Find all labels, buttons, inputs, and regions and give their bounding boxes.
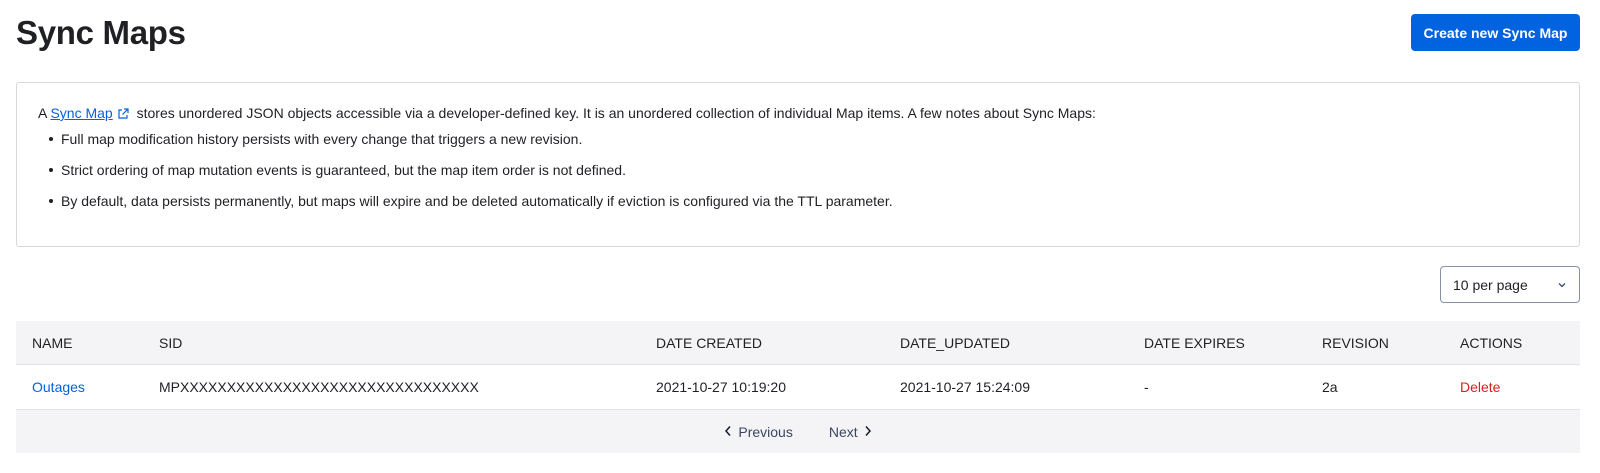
column-header-date-expires: DATE EXPIRES bbox=[1144, 334, 1245, 351]
map-date-expires: - bbox=[1144, 379, 1149, 395]
info-intro: A Sync Map stores unordered JSON objects… bbox=[38, 105, 1558, 123]
column-header-name: NAME bbox=[32, 334, 73, 351]
intro-suffix: stores unordered JSON objects accessible… bbox=[136, 105, 1096, 121]
sync-maps-table: NAME SID DATE CREATED DATE_UPDATED DATE … bbox=[16, 321, 1580, 453]
chevron-down-icon bbox=[1557, 277, 1567, 293]
delete-button[interactable]: Delete bbox=[1460, 379, 1500, 395]
page-title: Sync Maps bbox=[16, 14, 186, 51]
list-item: Full map modification history persists w… bbox=[38, 131, 1558, 147]
table-row: Outages MPXXXXXXXXXXXXXXXXXXXXXXXXXXXXXX… bbox=[16, 365, 1580, 410]
map-sid: MPXXXXXXXXXXXXXXXXXXXXXXXXXXXXXXXX bbox=[159, 379, 479, 395]
create-sync-map-button[interactable]: Create new Sync Map bbox=[1411, 14, 1580, 51]
list-item: By default, data persists permanently, b… bbox=[38, 193, 1558, 209]
map-date-updated: 2021-10-27 15:24:09 bbox=[900, 379, 1030, 395]
sync-map-doc-link[interactable]: Sync Map bbox=[50, 105, 112, 121]
next-page-button[interactable]: Next bbox=[829, 424, 872, 440]
map-revision: 2a bbox=[1322, 379, 1338, 395]
column-header-actions: ACTIONS bbox=[1460, 334, 1523, 351]
notes-list: Full map modification history persists w… bbox=[38, 131, 1558, 209]
info-card: A Sync Map stores unordered JSON objects… bbox=[16, 82, 1580, 247]
previous-label: Previous bbox=[738, 423, 793, 440]
next-label: Next bbox=[828, 423, 858, 440]
column-header-date-updated: DATE_UPDATED bbox=[900, 334, 1010, 351]
external-link-icon bbox=[117, 107, 129, 123]
column-header-date-created: DATE CREATED bbox=[656, 334, 763, 351]
previous-page-button[interactable]: Previous bbox=[724, 423, 793, 440]
per-page-value: 10 per page bbox=[1453, 276, 1528, 293]
column-header-sid: SID bbox=[159, 334, 183, 351]
pagination-bar: Previous Next bbox=[16, 410, 1580, 453]
map-date-created: 2021-10-27 10:19:20 bbox=[656, 379, 786, 395]
intro-prefix: A bbox=[38, 105, 47, 121]
column-header-revision: REVISION bbox=[1322, 334, 1389, 351]
chevron-right-icon bbox=[864, 424, 872, 440]
per-page-select[interactable]: 10 per page bbox=[1440, 266, 1580, 303]
list-item: Strict ordering of map mutation events i… bbox=[38, 162, 1558, 178]
table-header: NAME SID DATE CREATED DATE_UPDATED DATE … bbox=[16, 321, 1580, 365]
map-name-link[interactable]: Outages bbox=[32, 379, 85, 395]
chevron-left-icon bbox=[724, 424, 732, 440]
